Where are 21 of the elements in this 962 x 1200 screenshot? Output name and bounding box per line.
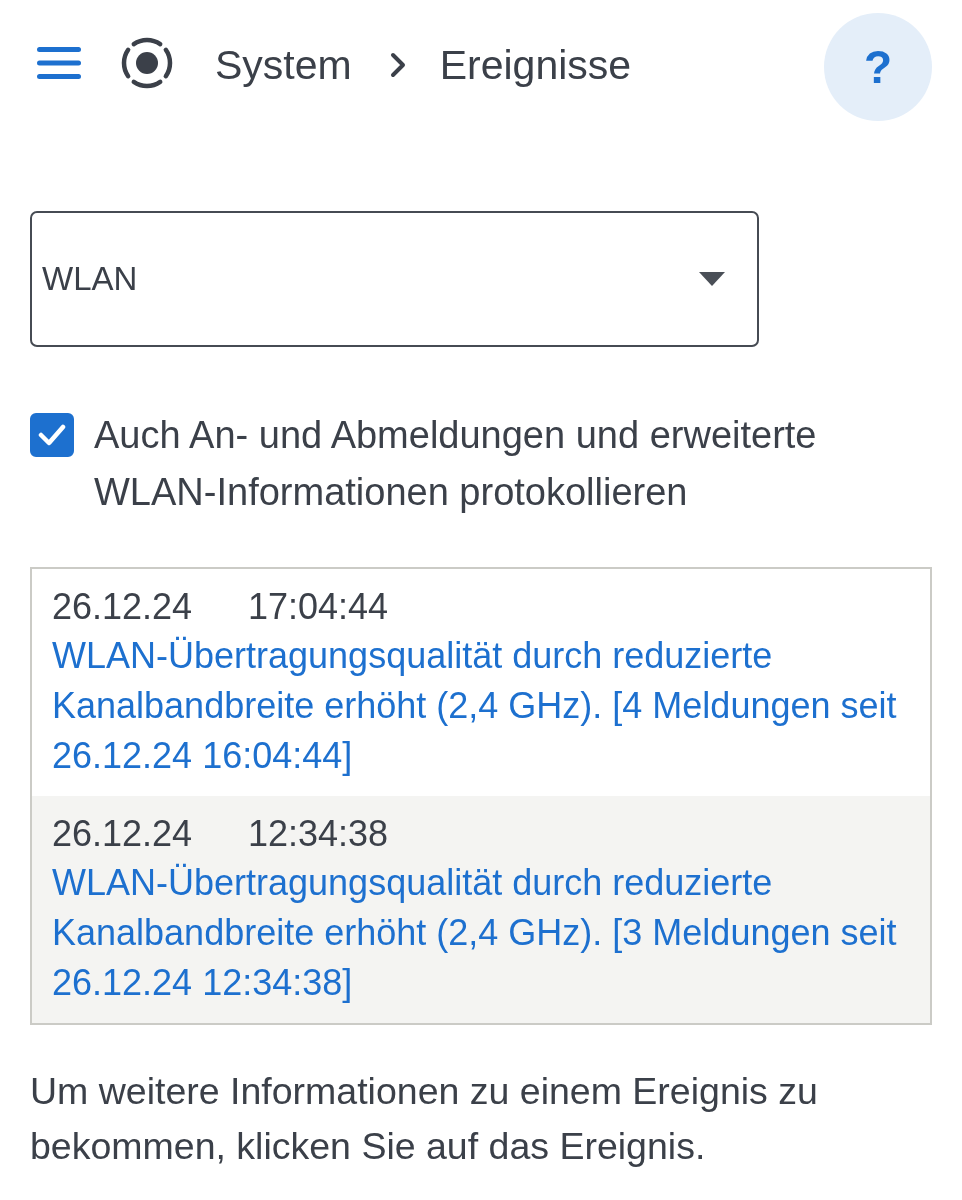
dropdown-value: WLAN xyxy=(42,260,139,298)
event-row[interactable]: 26.12.24 12:34:38 WLAN-Übertragungsqualität durch reduzierte Kanalbandbreite erhöht (2,4 GHz). [3 Meldungen seit 26.12.24 12:34:38] xyxy=(32,796,930,1023)
breadcrumb-link[interactable]: Ereignisse xyxy=(439,41,632,89)
target-icon xyxy=(121,37,173,89)
hint-text: Um weitere Informationen zu einem Ereignis zu bekommen, klicken Sie auf das Ereignis. xyxy=(30,1069,819,1169)
category-dropdown[interactable]: WLAN xyxy=(30,211,759,347)
event-date: 26.12.24 xyxy=(52,812,194,856)
event-time: 17:04:44 xyxy=(248,585,389,629)
event-message-link[interactable]: WLAN-Übertragungsqualität durch reduzierte Kanalbandbreite erhöht (2,4 GHz). [3 Meldungen seit 26.12.24 12:34:38] xyxy=(52,858,916,1008)
chevron-right-icon xyxy=(389,52,406,78)
menu-button[interactable] xyxy=(37,47,81,79)
event-message-link[interactable]: WLAN-Übertragungsqualität durch reduzierte Kanalbandbreite erhöht (2,4 GHz). [4 Meldungen seit 26.12.24 16:04:44] xyxy=(52,631,916,781)
event-date: 26.12.24 xyxy=(52,585,194,629)
breadcrumb-link[interactable]: System xyxy=(215,41,352,89)
menu-icon xyxy=(37,47,81,79)
caret-down-icon xyxy=(699,272,725,286)
checkmark-icon xyxy=(38,424,66,446)
help-button[interactable]: ? xyxy=(824,13,932,121)
checkbox-label[interactable]: Auch An- und Abmeldungen und erweiterte WLAN-Informationen protokollieren xyxy=(94,407,874,521)
checkbox[interactable] xyxy=(30,413,74,457)
event-time: 12:34:38 xyxy=(248,812,389,856)
